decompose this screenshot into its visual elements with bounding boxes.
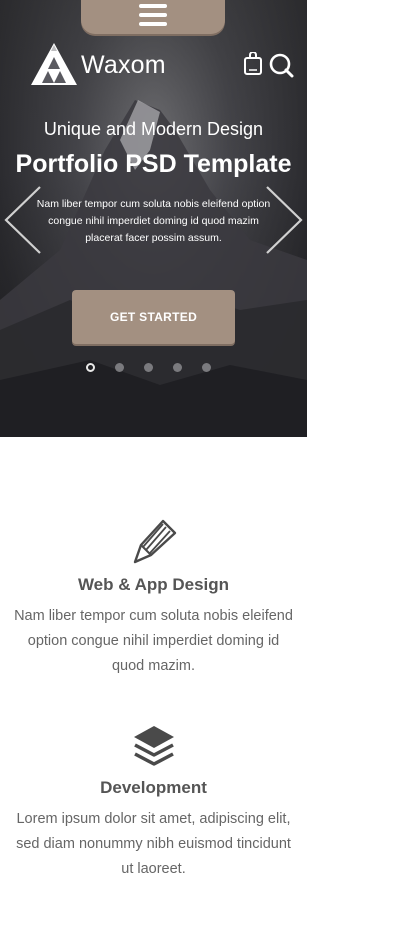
slide-dot-1[interactable]: [86, 363, 95, 372]
feature-text: Nam liber tempor cum soluta nobis eleife…: [14, 608, 293, 674]
slide-dot-5[interactable]: [202, 363, 211, 372]
slider-pagination: [86, 363, 231, 372]
hero-title: Portfolio PSD Template: [15, 150, 292, 178]
logo-triangle-icon: [31, 43, 77, 85]
slide-dot-3[interactable]: [144, 363, 153, 372]
next-slide-arrow-icon[interactable]: [265, 185, 305, 255]
search-icon[interactable]: [268, 52, 294, 78]
layers-icon: [133, 726, 174, 766]
hero-description: Nam liber tempor cum soluta nobis eleife…: [36, 198, 271, 244]
shopping-bag-icon[interactable]: [243, 52, 263, 76]
feature-title: Development: [100, 778, 207, 797]
feature-title: Web & App Design: [77, 575, 230, 594]
slide-dot-4[interactable]: [173, 363, 182, 372]
get-started-button[interactable]: GET STARTED: [72, 290, 235, 344]
hero-slider: Waxom Unique and Modern Design Portfolio…: [0, 0, 307, 437]
menu-button[interactable]: [81, 0, 225, 34]
feature-development: Development Lorem ipsum dolor sit amet, …: [0, 724, 307, 882]
hamburger-icon: [139, 4, 167, 30]
slide-dot-2[interactable]: [115, 363, 124, 372]
hero-subtitle: Unique and Modern Design: [43, 119, 264, 139]
prev-slide-arrow-icon[interactable]: [2, 185, 42, 255]
brand-logo[interactable]: Waxom: [31, 43, 166, 87]
feature-web-app-design: Web & App Design Nam liber tempor cum so…: [0, 515, 307, 679]
brand-name: Waxom: [81, 50, 166, 79]
feature-text: Lorem ipsum dolor sit amet, adipiscing e…: [16, 811, 291, 877]
pen-icon: [133, 519, 176, 564]
